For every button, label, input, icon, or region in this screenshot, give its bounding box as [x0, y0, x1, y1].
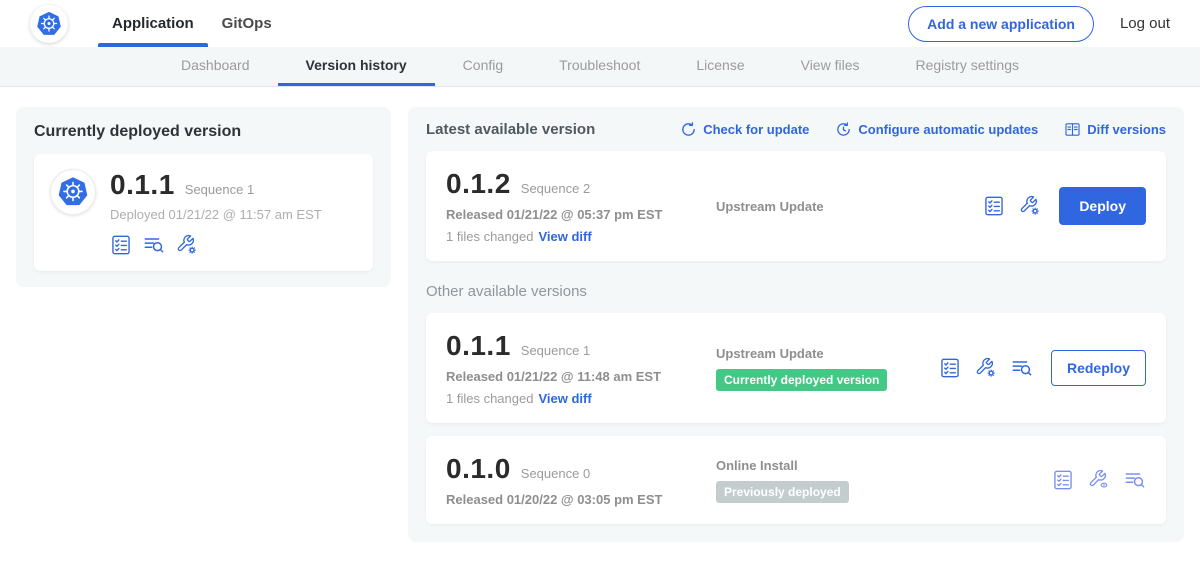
diff-versions-label: Diff versions [1087, 122, 1166, 137]
version-number: 0.1.0 [446, 453, 511, 485]
deployed-panel-title: Currently deployed version [34, 123, 373, 141]
files-changed-label: 1 files changed [446, 391, 533, 406]
subnav-dashboard[interactable]: Dashboard [153, 47, 278, 86]
preflight-results-icon[interactable] [1124, 469, 1146, 491]
preflight-results-icon[interactable] [1011, 357, 1033, 379]
version-history-panel: Latest available version Check for updat… [408, 107, 1184, 542]
check-for-update-link[interactable]: Check for update [680, 121, 809, 138]
other-versions-heading: Other available versions [426, 283, 1166, 300]
edit-config-icon[interactable] [1019, 195, 1041, 217]
view-diff-link[interactable]: View diff [538, 391, 591, 406]
logout-link[interactable]: Log out [1120, 15, 1170, 32]
refresh-icon [680, 121, 697, 138]
app-subnav: Dashboard Version history Config Trouble… [0, 47, 1200, 87]
tab-gitops-label: GitOps [222, 15, 272, 32]
deploy-button[interactable]: Deploy [1059, 187, 1146, 225]
configure-automatic-updates-label: Configure automatic updates [858, 122, 1038, 137]
main-content: Currently deployed version 0.1.1 Sequenc… [0, 87, 1200, 542]
release-notes-icon[interactable] [1052, 469, 1074, 491]
files-changed-label: 1 files changed [446, 229, 533, 244]
subnav-config[interactable]: Config [435, 47, 531, 86]
sequence-label: Sequence 0 [521, 466, 590, 481]
add-application-button[interactable]: Add a new application [908, 6, 1094, 42]
released-timestamp: Released 01/20/22 @ 03:05 pm EST [446, 492, 696, 507]
deployed-sequence-label: Sequence 1 [185, 182, 254, 197]
configure-automatic-updates-link[interactable]: Configure automatic updates [835, 121, 1038, 138]
deployed-timestamp: Deployed 01/21/22 @ 11:57 am EST [110, 207, 322, 222]
view-diff-link[interactable]: View diff [538, 229, 591, 244]
deployed-version-card: 0.1.1 Sequence 1 Deployed 01/21/22 @ 11:… [34, 154, 373, 271]
diff-versions-link[interactable]: Diff versions [1064, 121, 1166, 138]
preflight-results-icon[interactable] [143, 234, 165, 256]
edit-config-icon[interactable] [975, 357, 997, 379]
application-icon [50, 169, 96, 215]
release-notes-icon[interactable] [983, 195, 1005, 217]
release-notes-icon[interactable] [939, 357, 961, 379]
released-timestamp: Released 01/21/22 @ 11:48 am EST [446, 369, 696, 384]
sequence-label: Sequence 2 [521, 181, 590, 196]
version-number: 0.1.2 [446, 168, 511, 200]
subnav-troubleshoot[interactable]: Troubleshoot [531, 47, 668, 86]
edit-config-icon[interactable] [176, 234, 198, 256]
deployed-version-number: 0.1.1 [110, 169, 175, 201]
kubernetes-logo-icon [30, 5, 68, 43]
subnav-registry-settings[interactable]: Registry settings [888, 47, 1047, 86]
version-source-label: Upstream Update [716, 346, 927, 361]
version-card-0-1-0: 0.1.0 Sequence 0 Released 01/20/22 @ 03:… [426, 436, 1166, 524]
subnav-view-files[interactable]: View files [773, 47, 888, 86]
diff-icon [1064, 121, 1081, 138]
version-card-0-1-1: 0.1.1 Sequence 1 Released 01/21/22 @ 11:… [426, 313, 1166, 423]
release-notes-icon[interactable] [110, 234, 132, 256]
schedule-update-icon [835, 121, 852, 138]
subnav-license[interactable]: License [668, 47, 772, 86]
view-config-icon[interactable] [1088, 469, 1110, 491]
top-bar: Application GitOps Add a new application… [0, 0, 1200, 47]
sequence-label: Sequence 1 [521, 343, 590, 358]
version-card-0-1-2: 0.1.2 Sequence 2 Released 01/21/22 @ 05:… [426, 151, 1166, 261]
app-logo [30, 0, 68, 47]
tab-application-label: Application [112, 15, 194, 32]
latest-version-heading: Latest available version [426, 121, 680, 138]
check-for-update-label: Check for update [703, 122, 809, 137]
currently-deployed-panel: Currently deployed version 0.1.1 Sequenc… [16, 107, 391, 287]
tab-application[interactable]: Application [98, 0, 208, 47]
status-badge-currently-deployed: Currently deployed version [716, 369, 887, 391]
tab-gitops[interactable]: GitOps [208, 0, 286, 47]
subnav-version-history[interactable]: Version history [278, 47, 435, 86]
status-badge-previously-deployed: Previously deployed [716, 481, 849, 503]
released-timestamp: Released 01/21/22 @ 05:37 pm EST [446, 207, 696, 222]
version-source-label: Upstream Update [716, 199, 971, 214]
topbar-spacer [286, 0, 908, 47]
version-source-label: Online Install [716, 458, 1040, 473]
version-number: 0.1.1 [446, 330, 511, 362]
redeploy-button[interactable]: Redeploy [1051, 350, 1146, 386]
